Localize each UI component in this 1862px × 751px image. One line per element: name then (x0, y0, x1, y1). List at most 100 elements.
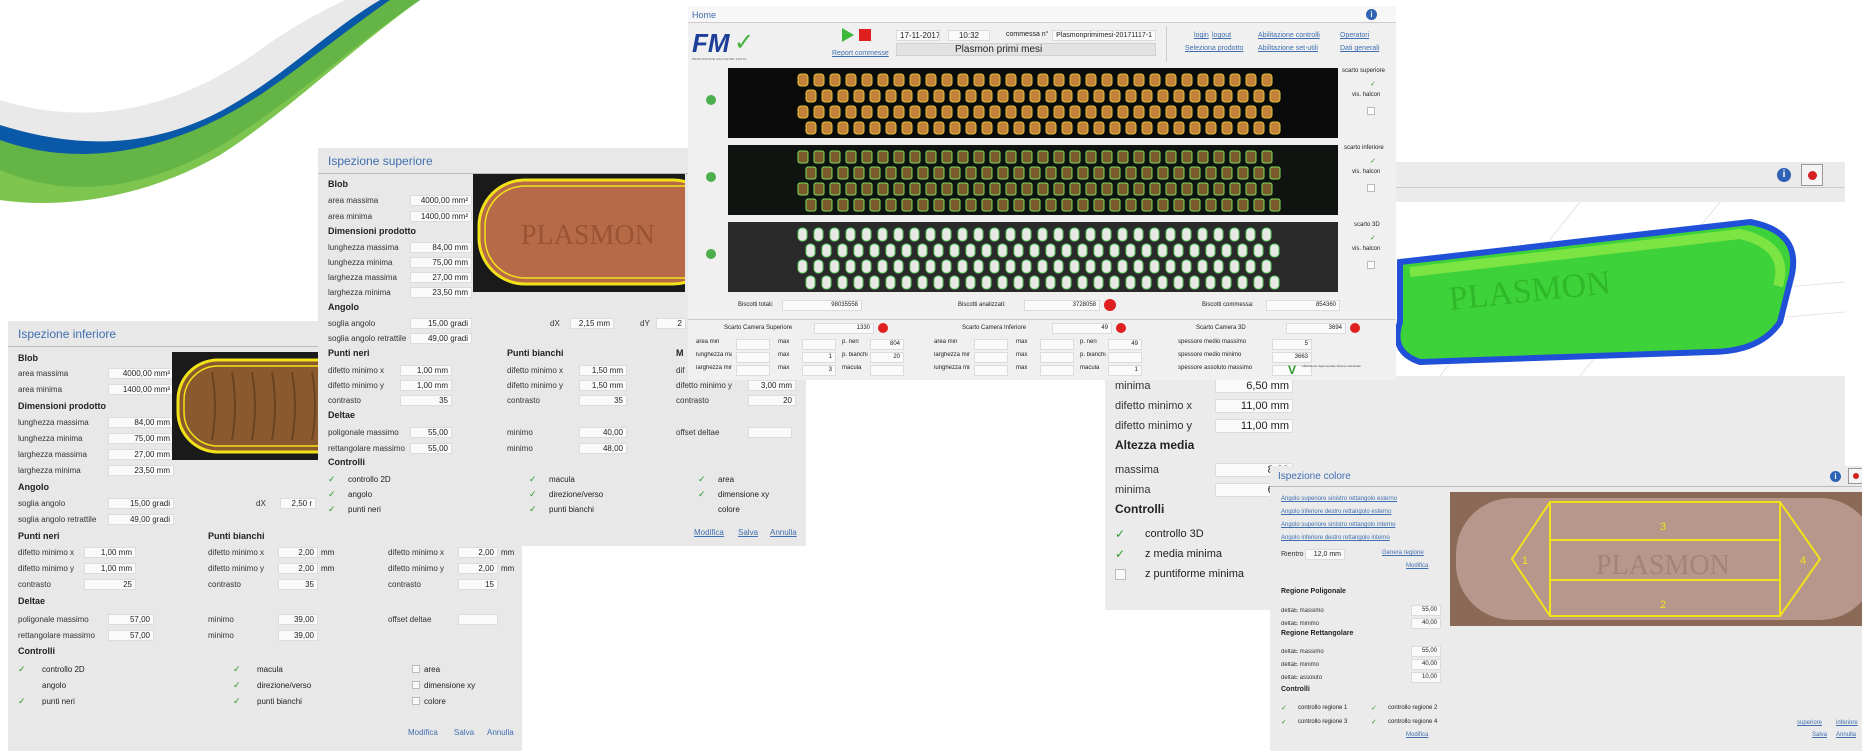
check-direzione-verso[interactable]: ✓ direzione/verso (529, 488, 603, 500)
superiore-link[interactable]: superiore (1797, 720, 1822, 726)
scarto-cell-value: 804 (870, 339, 904, 350)
salva-button[interactable]: Salva (454, 728, 474, 737)
product-blob (1261, 105, 1273, 119)
modifica-button[interactable]: Modifica (694, 528, 724, 537)
check-punti-neri[interactable]: ✓ punti neri (18, 695, 75, 707)
annulla-button[interactable]: Annulla (487, 728, 514, 737)
check-z-media-minima[interactable]: ✓ z media minima (1115, 546, 1222, 562)
check-colore[interactable]: colore (412, 695, 446, 707)
check-regione-3[interactable]: ✓ controllo regione 3 (1281, 716, 1347, 728)
field-neri-y: difetto minimo y 1,00 mm (328, 379, 452, 392)
check-dimensione-xy[interactable]: dimensione xy (412, 679, 475, 691)
login-link[interactable]: login (1194, 32, 1209, 39)
check-macula[interactable]: ✓ macula (529, 473, 575, 485)
reset-icon[interactable] (1350, 323, 1360, 333)
stop-button[interactable] (859, 29, 871, 41)
region-link[interactable]: Angolo inferiore destro rettangolo ester… (1281, 509, 1391, 515)
product-blob (821, 89, 833, 103)
report-commesse-link[interactable]: Report commesse (832, 50, 889, 57)
check-controllo-2d[interactable]: ✓ controllo 2D (18, 663, 85, 675)
product-blob (941, 182, 953, 196)
check-z-puntiforme[interactable]: z puntiforme minima (1115, 566, 1244, 582)
time-field: 10:32 (948, 30, 990, 41)
product-blob (1101, 73, 1113, 87)
scarto-cell-value: 3 (802, 365, 836, 376)
product-blob (933, 275, 944, 290)
info-icon[interactable]: i (1777, 168, 1791, 182)
check-punti-bianchi[interactable]: ✓ punti bianchi (233, 695, 302, 707)
reset-icon[interactable] (878, 323, 888, 333)
product-blob (1125, 89, 1137, 103)
reset-icon[interactable] (1104, 299, 1116, 311)
seleziona-prodotto-link[interactable]: Seleziona prodotto (1185, 45, 1243, 52)
product-blob (1077, 198, 1089, 212)
modifica-button[interactable]: Modifica (1406, 732, 1428, 738)
product-blob (1125, 198, 1137, 212)
check-punti-bianchi[interactable]: ✓ punti bianchi (529, 503, 594, 515)
product-blob (1157, 275, 1168, 290)
height-map-image: PLASMON (1380, 202, 1845, 376)
product-blob (1053, 150, 1065, 164)
reset-icon[interactable] (1116, 323, 1126, 333)
color-region-image: PLASMON 1 2 3 4 (1450, 492, 1862, 626)
salva-button[interactable]: Salva (738, 528, 758, 537)
product-blob (909, 105, 921, 119)
inferiore-link[interactable]: inferiore (1836, 720, 1858, 726)
side-checkbox[interactable] (1367, 261, 1375, 269)
camera-superiore-image (728, 68, 1338, 138)
check-direzione-verso[interactable]: ✓ direzione/verso (233, 679, 311, 691)
checkmark-icon: ✓ (1370, 158, 1376, 165)
capture-button[interactable] (1848, 468, 1862, 484)
abilitazione-controlli-link[interactable]: Abilitazione controlli (1258, 32, 1320, 39)
product-blob (1237, 121, 1249, 135)
check-dimensione-xy[interactable]: ✓ dimensione xy (698, 488, 769, 500)
check-controllo-3d[interactable]: ✓ controllo 3D (1115, 526, 1204, 542)
product-blob (1245, 227, 1256, 242)
product-blob (1005, 259, 1016, 274)
side-label: vis. halcon (1352, 169, 1381, 175)
annulla-button[interactable]: Annulla (770, 528, 797, 537)
record-icon (1853, 473, 1859, 479)
play-button[interactable] (842, 28, 854, 42)
product-blob (1101, 227, 1112, 242)
check-controllo-2d[interactable]: ✓ controllo 2D (328, 473, 391, 485)
side-checkbox[interactable] (1367, 107, 1375, 115)
side-checkbox[interactable] (1367, 184, 1375, 192)
check-area[interactable]: ✓ area (698, 473, 734, 485)
check-punti-neri[interactable]: ✓ punti neri (328, 503, 381, 515)
scarto-cell-value (974, 365, 1008, 376)
annulla-link[interactable]: Annulla (1836, 732, 1856, 738)
check-regione-4[interactable]: ✓ controllo regione 4 (1371, 716, 1437, 728)
check-regione-2[interactable]: ✓ controllo regione 2 (1371, 702, 1437, 714)
check-angolo[interactable]: angolo (18, 679, 66, 691)
dati-generali-link[interactable]: Dati generali (1340, 45, 1379, 52)
product-blob (1037, 150, 1049, 164)
info-icon[interactable]: i (1830, 471, 1841, 482)
product-blob (861, 182, 873, 196)
capture-button[interactable] (1801, 164, 1823, 186)
region-link[interactable]: Angolo superiore sinistro rettangolo est… (1281, 496, 1397, 502)
operatori-link[interactable]: Operatori (1340, 32, 1369, 39)
check-macula[interactable]: ✓ macula (233, 663, 283, 675)
product-blob (893, 182, 905, 196)
check-area[interactable]: area (412, 663, 440, 675)
scarto-cell-label: spessore medio massimo (1178, 339, 1247, 345)
check-angolo[interactable]: ✓ angolo (328, 488, 372, 500)
region-4-label: 4 (1800, 555, 1806, 567)
abilitazione-setutili-link[interactable]: Abilitazione set-utili (1258, 45, 1318, 52)
salva-link[interactable]: Salva (1812, 732, 1827, 738)
check-colore[interactable]: colore (698, 503, 740, 515)
info-icon[interactable]: i (1366, 9, 1377, 20)
region-link[interactable]: Angolo superiore sinistro rettangolo int… (1281, 522, 1395, 528)
modifica-link[interactable]: Modifica (1406, 563, 1428, 569)
genera-regione-link[interactable]: Genera regione (1382, 550, 1424, 556)
field-difetto-y: difetto minimo y 11,00 mm (1115, 418, 1293, 434)
product-blob (1117, 259, 1128, 274)
product-blob (1045, 275, 1056, 290)
logout-link[interactable]: logout (1212, 32, 1231, 39)
check-regione-1[interactable]: ✓ controllo regione 1 (1281, 702, 1347, 714)
region-link[interactable]: Angolo inferiore destro rettangolo inter… (1281, 535, 1390, 541)
product-blob (973, 150, 985, 164)
modifica-button[interactable]: Modifica (408, 728, 438, 737)
product-blob (1021, 182, 1033, 196)
